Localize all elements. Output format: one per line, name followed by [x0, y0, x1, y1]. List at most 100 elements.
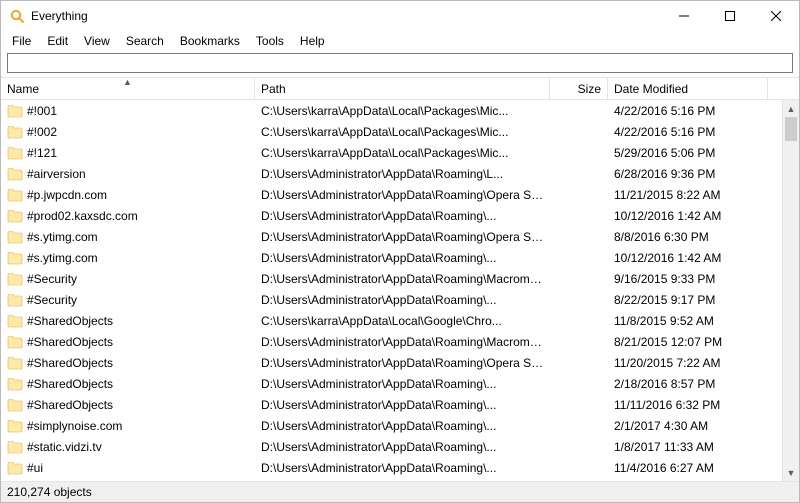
scroll-track[interactable] — [783, 117, 799, 464]
folder-icon — [7, 272, 23, 286]
close-button[interactable] — [753, 1, 799, 31]
maximize-button[interactable] — [707, 1, 753, 31]
cell-name: #prod02.kaxsdc.com — [1, 209, 255, 223]
menu-file[interactable]: File — [5, 32, 38, 50]
table-row[interactable]: #SharedObjects D:\Users\Administrator\App… — [1, 331, 782, 352]
header-path[interactable]: Path — [255, 78, 550, 99]
cell-path: C:\Users\karra\AppData\Local\Packages\Mi… — [255, 146, 550, 160]
file-name: #SharedObjects — [27, 335, 113, 349]
folder-icon — [7, 419, 23, 433]
file-name: #ui — [27, 461, 43, 475]
file-name: #SharedObjects — [27, 377, 113, 391]
header-name-label: Name — [7, 82, 39, 96]
scroll-down-icon[interactable]: ▼ — [783, 464, 799, 481]
table-row[interactable]: #static.vidzi.tv D:\Users\Administrator\A… — [1, 436, 782, 457]
cell-date: 8/8/2016 6:30 PM — [608, 230, 768, 244]
cell-path: D:\Users\Administrator\AppData\Roaming\.… — [255, 461, 550, 475]
cell-date: 10/12/2016 1:42 AM — [608, 209, 768, 223]
scroll-thumb[interactable] — [785, 117, 797, 141]
cell-name: #!121 — [1, 146, 255, 160]
file-name: #Security — [27, 293, 77, 307]
table-row[interactable]: #SharedObjectsD:\Users\Administrator\App… — [1, 394, 782, 415]
listview[interactable]: #!001C:\Users\karra\AppData\Local\Packag… — [1, 100, 782, 481]
cell-name: #SharedObjects — [1, 356, 255, 370]
cell-name: #SharedObjects — [1, 314, 255, 328]
cell-path: D:\Users\Administrator\AppData\Roaming\O… — [255, 230, 550, 244]
vertical-scrollbar[interactable]: ▲ ▼ — [782, 100, 799, 481]
cell-date: 8/22/2015 9:17 PM — [608, 293, 768, 307]
searchbar — [1, 51, 799, 77]
cell-path: D:\Users\Administrator\AppData\Roaming\.… — [255, 377, 550, 391]
search-input[interactable] — [7, 53, 793, 73]
header-date[interactable]: Date Modified — [608, 78, 768, 99]
table-row[interactable]: #!121C:\Users\karra\AppData\Local\Packag… — [1, 142, 782, 163]
table-row[interactable]: #airversionD:\Users\Administrator\AppDat… — [1, 163, 782, 184]
header-size[interactable]: Size — [550, 78, 608, 99]
table-row[interactable]: #SecurityD:\Users\Administrator\AppData\… — [1, 289, 782, 310]
minimize-button[interactable] — [661, 1, 707, 31]
cell-date: 2/18/2016 8:57 PM — [608, 377, 768, 391]
file-name: #simplynoise.com — [27, 419, 122, 433]
menu-view[interactable]: View — [77, 32, 117, 50]
table-row[interactable]: #SharedObjectsD:\Users\Administrator\App… — [1, 352, 782, 373]
file-name: #s.ytimg.com — [27, 251, 98, 265]
cell-path: D:\Users\Administrator\AppData\Roaming\O… — [255, 188, 550, 202]
table-row[interactable]: #prod02.kaxsdc.com D:\Users\Administrator… — [1, 205, 782, 226]
table-row[interactable]: #SharedObjects D:\Users\Administrator\App… — [1, 373, 782, 394]
folder-icon — [7, 230, 23, 244]
header-name[interactable]: ▲ Name — [1, 78, 255, 99]
header-size-label: Size — [578, 82, 601, 96]
cell-path: D:\Users\Administrator\AppData\Roaming\.… — [255, 251, 550, 265]
window-title: Everything — [31, 9, 88, 23]
menu-help[interactable]: Help — [293, 32, 332, 50]
cell-date: 11/20/2015 7:22 AM — [608, 356, 768, 370]
cell-path: C:\Users\karra\AppData\Local\Packages\Mi… — [255, 104, 550, 118]
cell-date: 8/21/2015 12:07 PM — [608, 335, 768, 349]
table-row[interactable]: #simplynoise.comD:\Users\Administrator\A… — [1, 415, 782, 436]
table-row[interactable]: #SecurityD:\Users\Administrator\AppData\… — [1, 268, 782, 289]
menu-tools[interactable]: Tools — [249, 32, 291, 50]
column-headers: ▲ Name Path Size Date Modified — [1, 77, 799, 100]
folder-icon — [7, 440, 23, 454]
titlebar[interactable]: Everything — [1, 1, 799, 31]
cell-name: #SharedObjects — [1, 335, 255, 349]
folder-icon — [7, 461, 23, 475]
app-icon — [9, 8, 25, 24]
cell-name: #s.ytimg.com — [1, 251, 255, 265]
table-row[interactable]: #!001C:\Users\karra\AppData\Local\Packag… — [1, 100, 782, 121]
file-name: #airversion — [27, 167, 86, 181]
cell-name: #!002 — [1, 125, 255, 139]
folder-icon — [7, 377, 23, 391]
folder-icon — [7, 209, 23, 223]
cell-date: 11/8/2015 9:52 AM — [608, 314, 768, 328]
folder-icon — [7, 293, 23, 307]
folder-icon — [7, 251, 23, 265]
scroll-up-icon[interactable]: ▲ — [783, 100, 799, 117]
folder-icon — [7, 314, 23, 328]
table-row[interactable]: #s.ytimg.comD:\Users\Administrator\AppDa… — [1, 226, 782, 247]
menu-search[interactable]: Search — [119, 32, 171, 50]
cell-path: D:\Users\Administrator\AppData\Roaming\M… — [255, 335, 550, 349]
table-row[interactable]: #p.jwpcdn.comD:\Users\Administrator\AppD… — [1, 184, 782, 205]
table-row[interactable]: #ui D:\Users\Administrator\AppData\Roamin… — [1, 457, 782, 478]
cell-name: #p.jwpcdn.com — [1, 188, 255, 202]
status-text: 210,274 objects — [7, 485, 92, 499]
table-row[interactable]: #s.ytimg.com D:\Users\Administrator\AppDa… — [1, 247, 782, 268]
file-name: #SharedObjects — [27, 356, 113, 370]
file-name: #prod02.kaxsdc.com — [27, 209, 138, 223]
cell-date: 11/4/2016 6:27 AM — [608, 461, 768, 475]
cell-path: D:\Users\Administrator\AppData\Roaming\.… — [255, 440, 550, 454]
menu-bookmarks[interactable]: Bookmarks — [173, 32, 247, 50]
table-row[interactable]: #SharedObjectsC:\Users\karra\AppData\Loc… — [1, 310, 782, 331]
cell-name: #airversion — [1, 167, 255, 181]
cell-path: C:\Users\karra\AppData\Local\Packages\Mi… — [255, 125, 550, 139]
table-row[interactable]: #!002C:\Users\karra\AppData\Local\Packag… — [1, 121, 782, 142]
cell-date: 11/11/2016 6:32 PM — [608, 398, 768, 412]
file-name: #static.vidzi.tv — [27, 440, 102, 454]
menu-edit[interactable]: Edit — [40, 32, 75, 50]
folder-icon — [7, 104, 23, 118]
cell-path: D:\Users\Administrator\AppData\Roaming\.… — [255, 209, 550, 223]
file-name: #Security — [27, 272, 77, 286]
header-path-label: Path — [261, 82, 286, 96]
cell-name: #ui — [1, 461, 255, 475]
